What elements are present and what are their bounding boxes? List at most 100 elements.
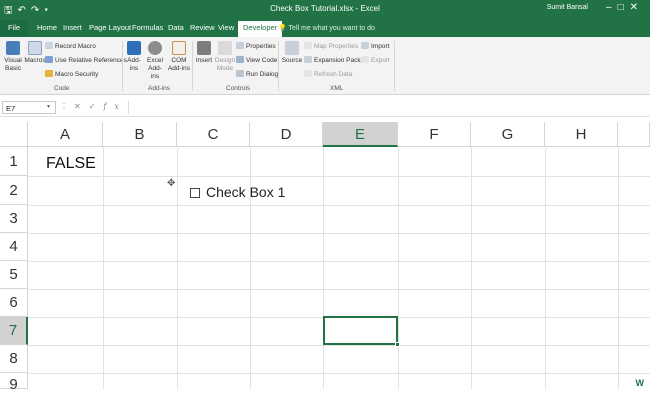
insert-function-icon[interactable]: fx	[103, 102, 126, 111]
lightbulb-icon: 💡	[278, 25, 287, 32]
gridline	[323, 147, 324, 389]
map-properties-icon	[304, 42, 312, 49]
import-button[interactable]: Import	[361, 42, 389, 50]
column-header-g[interactable]: G	[471, 122, 545, 147]
gridline	[398, 147, 399, 389]
run-dialog-button[interactable]: Run Dialog	[236, 70, 278, 78]
view-code-icon	[236, 56, 244, 63]
tell-me-search[interactable]: 💡 Tell me what you want to do	[278, 24, 375, 32]
tab-home[interactable]: Home	[37, 23, 57, 32]
expansion-packs-button[interactable]: Expansion Packs	[304, 56, 364, 64]
title-bar: 🖫↶↷▾ Check Box Tutorial.xlsx - Excel Sum…	[0, 0, 650, 20]
move-cursor-icon: ✥	[167, 178, 176, 189]
run-dialog-icon	[236, 70, 244, 77]
ribbon-tabs: File Home Insert Page Layout Formulas Da…	[0, 20, 650, 37]
formula-buttons: ✕✓fx	[74, 102, 127, 111]
group-separator	[122, 41, 123, 91]
tab-formulas[interactable]: Formulas	[132, 23, 163, 32]
properties-button[interactable]: Properties	[236, 42, 276, 50]
close-icon[interactable]: ✕	[630, 2, 644, 13]
row-header-7[interactable]: 7	[0, 317, 28, 345]
gear-icon	[148, 41, 162, 55]
export-icon	[361, 56, 369, 63]
expansion-packs-icon	[304, 56, 312, 63]
minimize-icon[interactable]: –	[606, 2, 618, 13]
group-label-code: Code	[54, 85, 70, 92]
formula-bar: E7 ▾ ⋮ ✕✓fx	[0, 99, 650, 117]
gridline	[28, 373, 650, 374]
macros-icon	[28, 41, 42, 55]
column-header-d[interactable]: D	[250, 122, 323, 147]
design-mode-button[interactable]: Design Mode	[214, 41, 236, 73]
watermark-logo: W	[635, 378, 645, 388]
macros-button[interactable]: Macros	[24, 41, 46, 65]
row-header-5[interactable]: 5	[0, 261, 28, 289]
group-label-add-ins: Add-ins	[148, 85, 171, 92]
form-checkbox[interactable]: Check Box 1	[190, 184, 285, 200]
gridline	[28, 345, 650, 346]
column-header-e[interactable]: E	[323, 122, 398, 147]
chevron-down-icon[interactable]: ▾	[47, 103, 50, 110]
enter-icon[interactable]: ✓	[89, 102, 104, 111]
row-header-9[interactable]: 9	[0, 373, 28, 393]
select-all-corner[interactable]	[0, 122, 28, 147]
insert-control-button[interactable]: Insert	[194, 41, 214, 65]
row-header-4[interactable]: 4	[0, 233, 28, 261]
relative-references-icon	[45, 56, 53, 63]
worksheet-grid[interactable]: A B C D E F G H 1 2 3 4 5 6 7 8 9 FALSE …	[0, 122, 650, 393]
gridline	[618, 147, 619, 389]
add-ins-icon	[127, 41, 141, 55]
gridline	[28, 233, 650, 234]
tab-view[interactable]: View	[218, 23, 234, 32]
row-header-2[interactable]: 2	[0, 176, 28, 205]
com-add-ins-icon	[172, 41, 186, 55]
column-header-c[interactable]: C	[177, 122, 250, 147]
tab-developer[interactable]: Developer	[238, 21, 283, 37]
view-code-button[interactable]: View Code	[236, 56, 277, 64]
refresh-data-button[interactable]: Refresh Data	[304, 70, 352, 78]
column-header-partial[interactable]	[618, 122, 650, 147]
visual-basic-icon	[6, 41, 20, 55]
tab-page-layout[interactable]: Page Layout	[89, 23, 131, 32]
tab-file[interactable]: File	[0, 20, 28, 37]
group-separator	[278, 41, 279, 91]
tab-insert[interactable]: Insert	[63, 23, 82, 32]
warning-icon	[45, 70, 53, 77]
toolbox-icon	[197, 41, 211, 55]
tab-data[interactable]: Data	[168, 23, 184, 32]
import-icon	[361, 42, 369, 49]
source-icon	[285, 41, 299, 55]
row-header-3[interactable]: 3	[0, 205, 28, 233]
cell-a1[interactable]: FALSE	[46, 155, 96, 173]
gridline	[28, 176, 650, 177]
map-properties-button[interactable]: Map Properties	[304, 42, 358, 50]
maximize-icon[interactable]: □	[618, 2, 630, 13]
add-ins-button[interactable]: Add-ins	[124, 41, 144, 73]
user-name[interactable]: Sumit Bansal	[547, 4, 588, 11]
formula-input[interactable]	[128, 101, 648, 114]
row-header-1[interactable]: 1	[0, 147, 28, 176]
checkbox-label: Check Box 1	[206, 184, 286, 200]
visual-basic-button[interactable]: Visual Basic	[2, 41, 24, 73]
row-header-8[interactable]: 8	[0, 345, 28, 373]
selected-cell-e7[interactable]	[323, 316, 398, 345]
column-header-h[interactable]: H	[545, 122, 618, 147]
row-header-6[interactable]: 6	[0, 289, 28, 317]
column-header-b[interactable]: B	[103, 122, 177, 147]
use-relative-references-button[interactable]: Use Relative References	[45, 56, 127, 64]
tab-review[interactable]: Review	[190, 23, 215, 32]
properties-icon	[236, 42, 244, 49]
com-add-ins-button[interactable]: COM Add-ins	[167, 41, 191, 73]
fill-handle[interactable]	[395, 342, 400, 347]
macro-security-button[interactable]: Macro Security	[45, 70, 98, 78]
excel-add-ins-button[interactable]: Excel Add-ins	[144, 41, 166, 81]
source-button[interactable]: Source	[281, 41, 303, 65]
gridline	[545, 147, 546, 389]
column-header-a[interactable]: A	[28, 122, 103, 147]
checkbox-box[interactable]	[190, 188, 200, 198]
export-button[interactable]: Export	[361, 56, 390, 64]
cancel-icon[interactable]: ✕	[74, 102, 89, 111]
record-macro-button[interactable]: Record Macro	[45, 42, 96, 50]
column-header-f[interactable]: F	[398, 122, 471, 147]
refresh-icon	[304, 70, 312, 77]
